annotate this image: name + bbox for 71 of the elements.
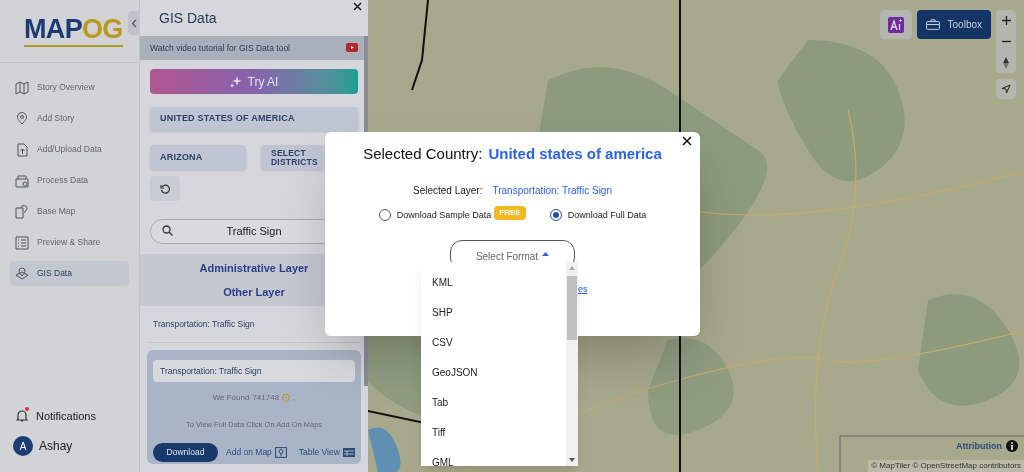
nav-item[interactable]: Add Story xyxy=(10,106,129,131)
option-label[interactable]: Download Full Data xyxy=(567,208,647,222)
try-ai-button[interactable]: Try AI xyxy=(150,69,358,94)
option-label[interactable]: Download Sample Data xyxy=(396,208,492,222)
reset-icon xyxy=(160,183,170,194)
scroll-down-icon[interactable] xyxy=(569,458,575,462)
pin-icon xyxy=(282,393,291,403)
add-on-map-link[interactable]: Add on Map xyxy=(226,446,287,459)
format-option[interactable]: Tab xyxy=(421,387,566,417)
found-count: 741748 xyxy=(252,392,280,404)
layer-group-link[interactable]: Other Layer xyxy=(223,284,285,301)
nav-item[interactable]: Process Data xyxy=(10,168,129,193)
nav-item[interactable]: Base Map xyxy=(10,199,129,224)
format-option[interactable]: GML xyxy=(421,447,566,466)
briefcase-icon xyxy=(925,19,940,30)
nav-item[interactable]: Preview & Share xyxy=(10,230,129,255)
download-button[interactable]: Download xyxy=(153,443,218,462)
close-icon[interactable] xyxy=(682,136,692,146)
locate-button[interactable] xyxy=(996,79,1016,99)
found-suffix: , xyxy=(293,392,296,404)
close-icon[interactable] xyxy=(353,2,362,11)
table-icon xyxy=(342,448,355,457)
layer-group-link[interactable]: Administrative Layer xyxy=(199,259,309,276)
link-text[interactable]: es xyxy=(578,283,588,297)
table-view-link[interactable]: Table View xyxy=(298,446,355,459)
nav-item[interactable]: GIS Data xyxy=(10,261,129,286)
search-icon xyxy=(162,225,173,236)
list-icon xyxy=(15,235,29,250)
folder-gear-icon xyxy=(15,173,29,188)
card-layer-name: Transportation: Traffic Sign xyxy=(160,364,262,378)
pin-icon xyxy=(15,111,29,126)
logo: MAPOG xyxy=(24,15,123,47)
ai-button[interactable] xyxy=(879,10,912,39)
user-name: Ashay xyxy=(39,438,73,455)
collapse-button[interactable] xyxy=(128,11,139,35)
reset-button[interactable] xyxy=(150,176,180,201)
compass-icon xyxy=(1003,56,1009,69)
layer-value: Transportation: Traffic Sign xyxy=(492,183,612,198)
ai-icon xyxy=(887,16,904,33)
format-option[interactable]: GeoJSON xyxy=(421,357,566,387)
map-pin-icon xyxy=(274,447,287,458)
layer-label: Selected Layer: xyxy=(413,183,483,198)
panel-title: GIS Data xyxy=(159,8,217,28)
found-label: We Found xyxy=(212,392,250,404)
map-pin-icon xyxy=(15,266,29,281)
format-option[interactable]: CSV xyxy=(421,327,566,357)
bell-icon[interactable] xyxy=(16,409,28,423)
map-credits: © MapTiler © OpenStreetMap contributors xyxy=(868,460,1024,472)
sparkle-icon xyxy=(229,75,242,88)
format-option[interactable]: SHP xyxy=(421,297,566,327)
notifications-label[interactable]: Notifications xyxy=(36,407,96,425)
toolbox-button[interactable]: Toolbox xyxy=(916,10,991,39)
nav-item[interactable]: Story Overview xyxy=(10,75,129,100)
plus-icon xyxy=(1001,16,1011,25)
country-button[interactable]: UNITED STATES OF AMERICA xyxy=(150,107,358,131)
format-option[interactable]: Tiff xyxy=(421,417,566,447)
nav-item[interactable]: Add/Upload Data xyxy=(10,137,129,162)
chevron-left-icon xyxy=(130,18,137,28)
document-upload-icon xyxy=(15,142,29,157)
format-option[interactable]: KML xyxy=(421,267,566,297)
video-icon xyxy=(346,43,358,53)
country-label: Selected Country: xyxy=(363,144,483,164)
map-icon xyxy=(15,80,29,95)
attribution-link[interactable]: Attribution xyxy=(956,439,1002,453)
scrollbar-thumb[interactable] xyxy=(567,276,577,340)
state-button[interactable]: ARIZONA xyxy=(150,145,246,170)
free-badge: FREE xyxy=(494,206,526,221)
selected-layer-label: Transportation: Traffic Sign xyxy=(153,317,255,331)
user-avatar[interactable]: A xyxy=(13,436,33,456)
navigation-arrow-icon xyxy=(1001,84,1011,94)
country-value: United states of america xyxy=(488,144,662,164)
